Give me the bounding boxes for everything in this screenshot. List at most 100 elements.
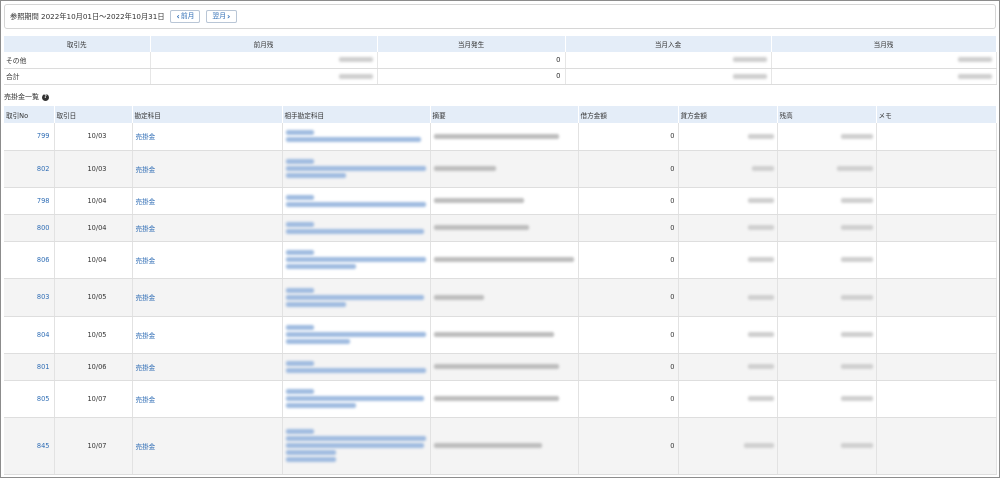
debit-amount: 0 [578,214,679,242]
period-bar: 参照期間 2022年10月01日～2022年10月31日 ‹ 前月 翌月 › [4,4,996,29]
transaction-date: 10/04 [54,241,133,279]
balance-amount [777,214,877,242]
summary-received [565,52,772,69]
counter-account-link[interactable] [282,123,431,151]
transaction-no-link[interactable]: 805 [4,380,55,418]
memo-cell [876,150,997,188]
counter-account-link[interactable] [282,316,431,354]
summary-row: その他 0 [4,52,997,69]
transaction-no-link[interactable]: 803 [4,278,55,317]
transaction-no-link[interactable]: 799 [4,123,55,151]
memo-cell [876,316,997,354]
debit-amount: 0 [578,150,679,188]
balance-amount [777,316,877,354]
prev-month-button[interactable]: ‹ 前月 [169,10,201,23]
summary-header-balance: 当月残 [771,36,997,52]
balance-amount [777,187,877,215]
summary-partner-name: 合計 [4,68,151,85]
description-cell [430,187,579,215]
counter-account-link[interactable] [282,150,431,188]
transaction-date: 10/06 [54,353,133,381]
memo-cell [876,278,997,317]
description-cell [430,214,579,242]
header-description: 摘要 [430,106,579,123]
transaction-date: 10/07 [54,380,133,418]
counter-account-link[interactable] [282,214,431,242]
account-link[interactable]: 売掛金 [132,214,283,242]
counter-account-link[interactable] [282,353,431,381]
balance-amount [777,417,877,475]
next-month-button[interactable]: 翌月 › [206,10,238,23]
summary-balance [771,52,997,69]
memo-cell [876,380,997,418]
summary-occurred: 0 [377,68,566,85]
credit-amount [678,380,778,418]
debit-amount: 0 [578,187,679,215]
table-row: 800 10/04 売掛金 0 [4,214,997,242]
counter-account-link[interactable] [282,278,431,317]
credit-amount [678,417,778,475]
summary-occurred: 0 [377,52,566,69]
credit-amount [678,214,778,242]
transaction-no-link[interactable]: 806 [4,241,55,279]
transaction-date: 10/07 [54,417,133,475]
transaction-no-link[interactable]: 798 [4,187,55,215]
table-row: 804 10/05 売掛金 0 [4,316,997,354]
account-link[interactable]: 売掛金 [132,150,283,188]
table-row: 799 10/03 売掛金 0 [4,123,997,151]
description-cell [430,150,579,188]
table-row: 802 10/03 売掛金 0 [4,150,997,188]
header-counter-account: 相手勘定科目 [282,106,431,123]
table-row: 845 10/07 売掛金 0 [4,417,997,475]
summary-table: 取引先 前月残 当月発生 当月入金 当月残 その他 0 合計 0 [4,36,997,85]
transaction-no-link[interactable]: 845 [4,417,55,475]
description-cell [430,278,579,317]
summary-prev-balance [150,68,378,85]
transaction-date: 10/03 [54,123,133,151]
receivables-header-row: 取引No 取引日 勘定科目 相手勘定科目 摘要 借方金額 貸方金額 残高 メモ [4,106,997,123]
table-row: 803 10/05 売掛金 0 [4,278,997,317]
account-link[interactable]: 売掛金 [132,187,283,215]
account-link[interactable]: 売掛金 [132,316,283,354]
counter-account-link[interactable] [282,187,431,215]
next-month-label: 翌月 [212,12,226,21]
account-link[interactable]: 売掛金 [132,353,283,381]
description-cell [430,353,579,381]
transaction-no-link[interactable]: 801 [4,353,55,381]
memo-cell [876,353,997,381]
transaction-no-link[interactable]: 802 [4,150,55,188]
memo-cell [876,214,997,242]
summary-prev-balance [150,52,378,69]
balance-amount [777,123,877,151]
account-link[interactable]: 売掛金 [132,123,283,151]
counter-account-link[interactable] [282,380,431,418]
account-link[interactable]: 売掛金 [132,380,283,418]
account-link[interactable]: 売掛金 [132,417,283,475]
transaction-date: 10/03 [54,150,133,188]
summary-header-row: 取引先 前月残 当月発生 当月入金 当月残 [4,36,997,52]
summary-partner-name: その他 [4,52,151,69]
transaction-no-link[interactable]: 800 [4,214,55,242]
transaction-no-link[interactable]: 804 [4,316,55,354]
transaction-date: 10/05 [54,316,133,354]
page-frame: 参照期間 2022年10月01日～2022年10月31日 ‹ 前月 翌月 › 取… [0,0,1000,478]
section-title: 売掛金一覧 ? [4,92,49,102]
counter-account-link[interactable] [282,241,431,279]
prev-month-label: 前月 [180,12,195,21]
credit-amount [678,150,778,188]
chevron-left-icon: ‹ [176,11,180,21]
header-transaction-no: 取引No [4,106,55,123]
question-circle-icon[interactable]: ? [42,93,49,101]
credit-amount [678,241,778,279]
debit-amount: 0 [578,417,679,475]
description-cell [430,417,579,475]
header-memo: メモ [876,106,997,123]
counter-account-link[interactable] [282,417,431,475]
memo-cell [876,187,997,215]
account-link[interactable]: 売掛金 [132,278,283,317]
account-link[interactable]: 売掛金 [132,241,283,279]
header-account: 勘定科目 [132,106,283,123]
summary-received [565,68,772,85]
debit-amount: 0 [578,316,679,354]
debit-amount: 0 [578,241,679,279]
